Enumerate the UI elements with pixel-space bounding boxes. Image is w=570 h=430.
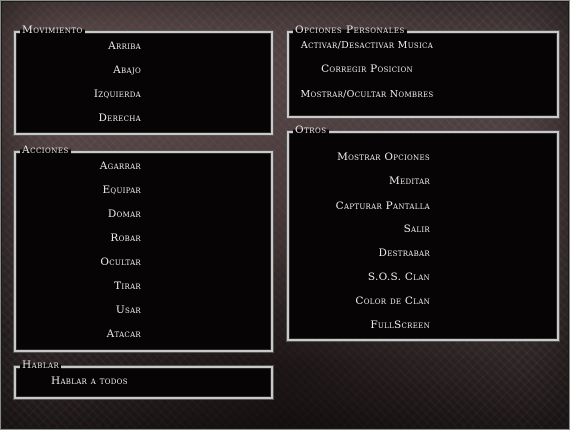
action-equip-option[interactable]: Equipar: [102, 184, 141, 197]
unstuck-option[interactable]: Destrabar: [379, 247, 431, 260]
move-down-option[interactable]: Abajo: [113, 64, 141, 77]
hablar-panel: Hablar Hablar a todos: [14, 359, 273, 399]
acciones-title: Acciones: [20, 144, 71, 156]
toggle-names-option[interactable]: Mostrar/Ocultar Nombres: [289, 88, 445, 101]
exit-option[interactable]: Salir: [404, 223, 430, 236]
talk-to-all-option[interactable]: Hablar a todos: [51, 375, 128, 388]
screenshot-option[interactable]: Capturar Pantalla: [336, 200, 430, 213]
movimiento-panel: Movimiento Arriba Abajo Izquierda Derech…: [14, 24, 273, 135]
otros-title: Otros: [293, 124, 329, 136]
meditate-option[interactable]: Meditar: [389, 175, 430, 188]
move-right-option[interactable]: Derecha: [98, 112, 141, 125]
fullscreen-option[interactable]: FullScreen: [370, 319, 430, 332]
fix-position-option[interactable]: Corregir Posicion: [289, 63, 445, 76]
action-steal-option[interactable]: Robar: [110, 232, 141, 245]
action-tame-option[interactable]: Domar: [108, 208, 141, 221]
move-left-option[interactable]: Izquierda: [94, 88, 141, 101]
toggle-music-option[interactable]: Activar/Desactivar Musica: [289, 39, 445, 52]
opciones-personales-panel: Opciones Personales Activar/Desactivar M…: [287, 24, 559, 118]
opciones-personales-title: Opciones Personales: [293, 24, 407, 36]
sos-clan-option[interactable]: S.O.S. Clan: [368, 271, 430, 284]
action-attack-option[interactable]: Atacar: [107, 328, 141, 341]
action-grab-option[interactable]: Agarrar: [100, 160, 141, 173]
show-options-option[interactable]: Mostrar Opciones: [337, 151, 430, 164]
action-drop-option[interactable]: Tirar: [114, 280, 141, 293]
action-hide-option[interactable]: Ocultar: [100, 256, 141, 269]
clan-color-option[interactable]: Color de Clan: [355, 295, 430, 308]
action-use-option[interactable]: Usar: [116, 304, 141, 317]
acciones-panel: Acciones Agarrar Equipar Domar Robar Ocu…: [14, 144, 273, 352]
movimiento-title: Movimiento: [20, 24, 85, 36]
move-up-option[interactable]: Arriba: [108, 40, 141, 53]
otros-panel: Otros Mostrar Opciones Meditar Capturar …: [287, 124, 559, 341]
hablar-title: Hablar: [20, 359, 62, 371]
